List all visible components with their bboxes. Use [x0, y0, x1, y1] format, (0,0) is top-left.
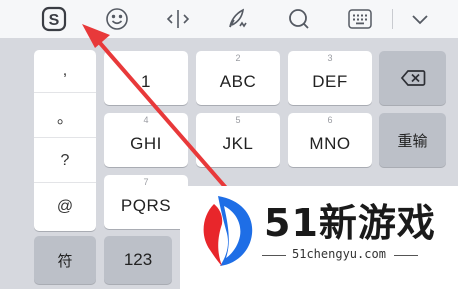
number-mode-button[interactable]: 123	[104, 236, 172, 284]
reinput-label: 重输	[397, 131, 428, 150]
key-label: JKL	[222, 134, 254, 153]
key-5-jkl[interactable]: 5 JKL	[196, 113, 280, 167]
key-2-abc[interactable]: 2 ABC	[196, 51, 280, 105]
punct-period[interactable]: 。	[34, 95, 96, 138]
search-icon[interactable]	[283, 3, 315, 35]
punctuation-column[interactable]: , 。 ? @	[34, 50, 96, 231]
site-watermark: 51新游戏 51chengyu.com	[180, 186, 458, 289]
svg-text:S: S	[49, 12, 60, 29]
punct-at[interactable]: @	[34, 185, 96, 228]
key-digit: 6	[327, 115, 333, 125]
watermark-rule-left	[262, 255, 286, 256]
symbol-label: 符	[57, 251, 73, 270]
sogou-logo-icon[interactable]: S	[38, 3, 70, 35]
key-digit: 4	[143, 115, 149, 125]
key-4-ghi[interactable]: 4 GHI	[104, 113, 188, 167]
chevron-down-icon[interactable]	[404, 3, 436, 35]
number-mode-label: 123	[123, 250, 153, 269]
key-label: DEF	[312, 72, 348, 91]
handwriting-icon[interactable]	[222, 3, 254, 35]
punct-comma[interactable]: ,	[34, 50, 96, 93]
key-digit: 2	[235, 53, 241, 63]
keyboard-toolbar: S	[0, 0, 458, 38]
toolbar-divider	[392, 9, 393, 29]
cursor-move-icon[interactable]	[162, 3, 194, 35]
key-label: ABC	[219, 72, 257, 91]
key-7-pqrs[interactable]: 7 PQRS	[104, 175, 188, 229]
watermark-rule-right	[394, 255, 418, 256]
keyboard-icon[interactable]	[344, 3, 376, 35]
key-3-def[interactable]: 3 DEF	[288, 51, 372, 105]
key-digit: 5	[235, 115, 241, 125]
key-label: PQRS	[120, 196, 172, 215]
punct-question[interactable]: ?	[34, 140, 96, 183]
key-1[interactable]: 1	[104, 51, 188, 105]
key-digit: 7	[143, 177, 149, 187]
backspace-button[interactable]	[379, 51, 446, 105]
site-logo-icon	[203, 196, 253, 266]
key-6-mno[interactable]: 6 MNO	[288, 113, 372, 167]
key-label: GHI	[130, 134, 162, 153]
watermark-domain: 51chengyu.com	[292, 247, 386, 261]
reinput-button[interactable]: 重输	[379, 113, 446, 167]
key-digit: 3	[327, 53, 333, 63]
emoji-icon[interactable]	[101, 3, 133, 35]
key-label: MNO	[309, 134, 351, 153]
symbol-button[interactable]: 符	[34, 236, 96, 284]
backspace-icon	[400, 70, 425, 86]
key-label: 1	[141, 72, 151, 91]
watermark-title: 51新游戏	[264, 201, 436, 245]
